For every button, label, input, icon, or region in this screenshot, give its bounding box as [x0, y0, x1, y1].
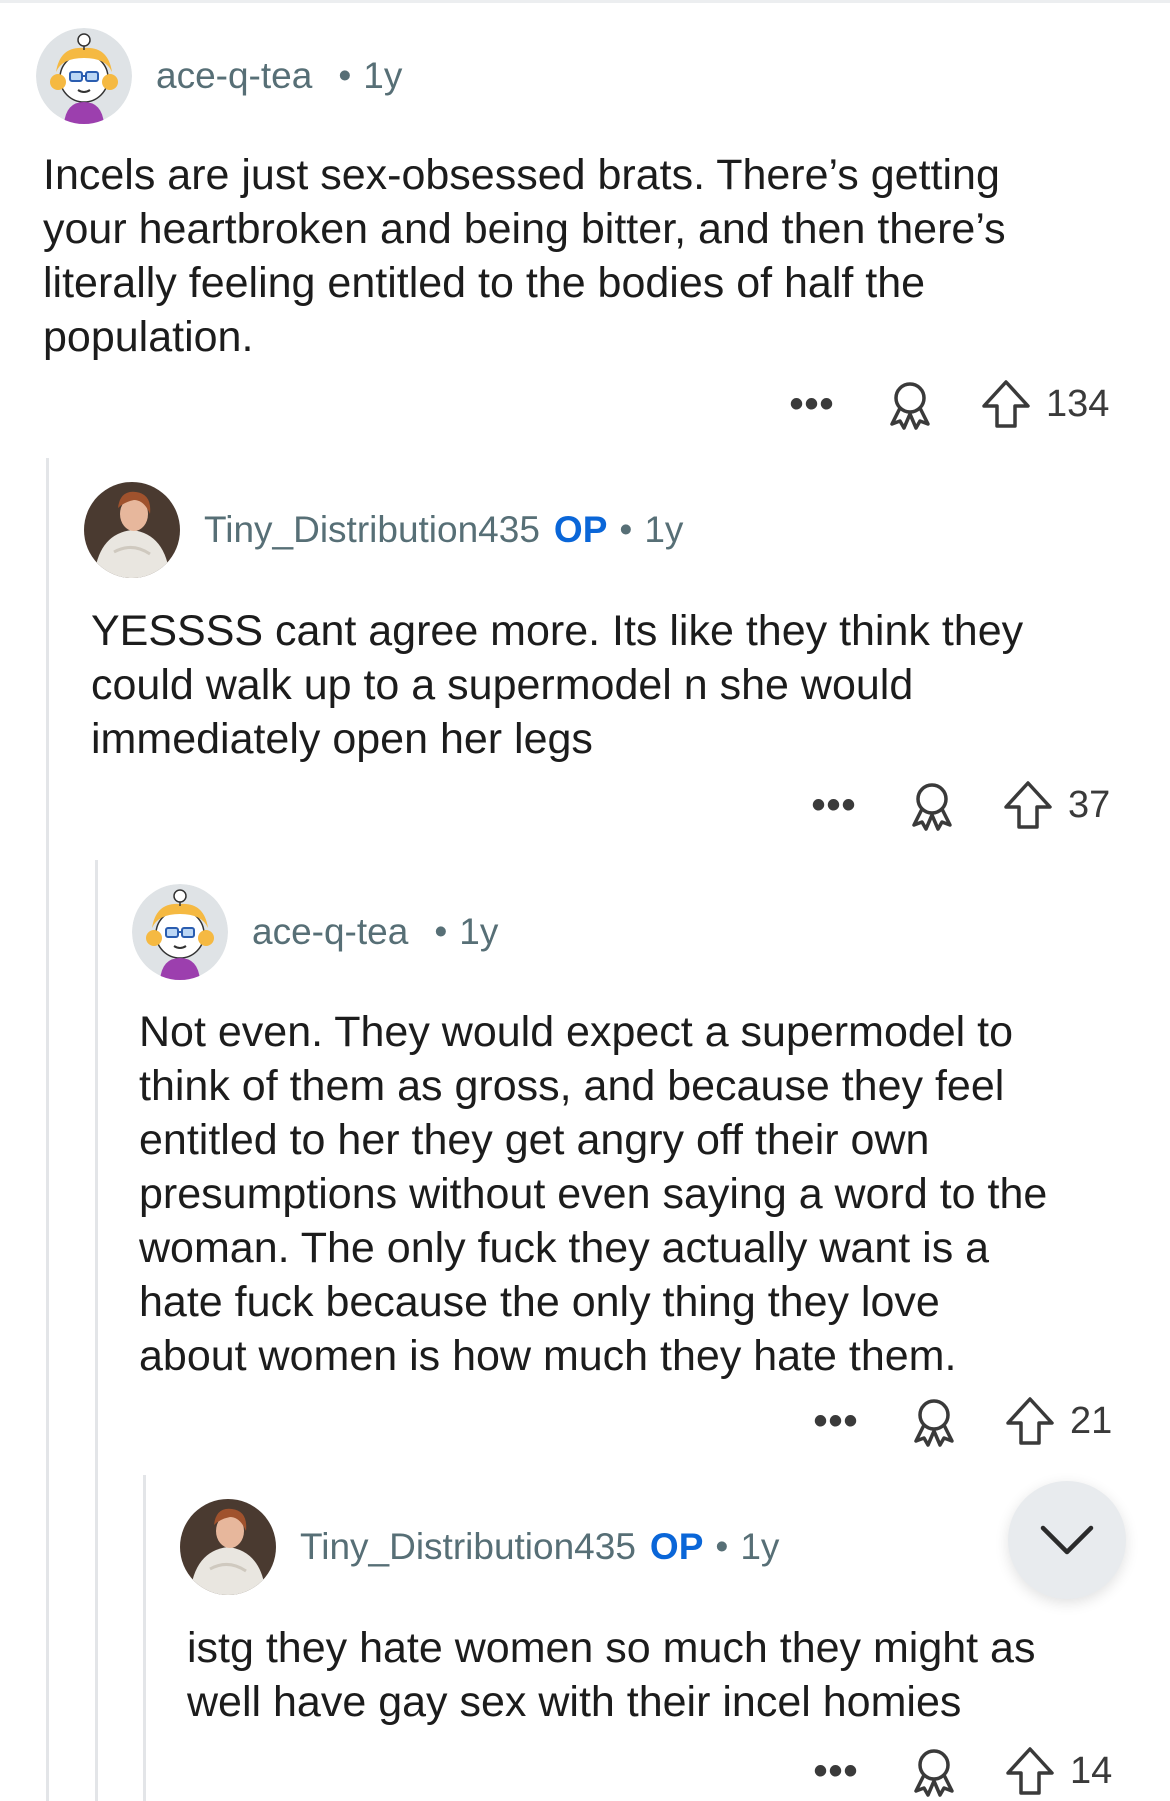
- more-options-icon[interactable]: •••: [782, 384, 842, 424]
- comment-meta: ace-q-tea • 1y: [156, 55, 402, 97]
- profile-photo-avatar-icon[interactable]: [84, 482, 180, 578]
- chevron-down-icon: [1040, 1525, 1094, 1555]
- award-icon[interactable]: [904, 777, 960, 833]
- separator-dot: •: [338, 55, 352, 96]
- more-options-icon[interactable]: •••: [804, 785, 864, 825]
- award-icon[interactable]: [906, 1743, 962, 1799]
- author-name[interactable]: ace-q-tea: [252, 911, 408, 953]
- author-name[interactable]: Tiny_Distribution435: [300, 1526, 636, 1568]
- comment-body: YESSSS cant agree more. Its like they th…: [91, 607, 1024, 763]
- more-options-icon[interactable]: •••: [806, 1751, 866, 1791]
- upvote-icon[interactable]: [1002, 1393, 1058, 1449]
- comment-body: Incels are just sex-obsessed brats. Ther…: [43, 151, 1006, 361]
- comment-header: ace-q-tea • 1y: [132, 884, 498, 980]
- comment-header: Tiny_Distribution435 OP • 1y: [180, 1499, 779, 1595]
- collapse-thread-button[interactable]: [1008, 1481, 1126, 1599]
- top-divider: [0, 0, 1170, 3]
- vote-score: 37: [1068, 783, 1111, 826]
- comment-header: Tiny_Distribution435 OP • 1y: [84, 482, 683, 578]
- upvote-icon[interactable]: [1000, 777, 1056, 833]
- vote-score: 14: [1070, 1749, 1113, 1792]
- award-icon[interactable]: [882, 376, 938, 432]
- comment-actions: ••• 21: [806, 1391, 1112, 1451]
- comment-body: Not even. They would expect a supermodel…: [139, 1008, 1048, 1380]
- comment-actions: ••• 134: [782, 374, 1109, 434]
- snoo-avatar-icon[interactable]: [132, 884, 228, 980]
- comment-meta: ace-q-tea • 1y: [252, 911, 498, 953]
- vote-score: 134: [1046, 382, 1110, 425]
- separator-dot: •: [715, 1526, 729, 1567]
- thread-line-level-2[interactable]: [95, 860, 98, 1801]
- upvote-icon[interactable]: [1002, 1743, 1058, 1799]
- comment-meta: Tiny_Distribution435 OP • 1y: [204, 509, 683, 551]
- thread-line-level-1[interactable]: [46, 458, 49, 1801]
- vote-score: 21: [1070, 1399, 1113, 1442]
- upvote-icon[interactable]: [978, 376, 1034, 432]
- author-name[interactable]: ace-q-tea: [156, 55, 312, 97]
- author-name[interactable]: Tiny_Distribution435: [204, 509, 540, 551]
- separator-dot: •: [434, 911, 448, 952]
- comment-actions: ••• 37: [804, 775, 1110, 835]
- snoo-avatar-icon[interactable]: [36, 28, 132, 124]
- separator-dot: •: [619, 509, 633, 550]
- comment-body: istg they hate women so much they might …: [187, 1624, 1036, 1726]
- thread-line-level-3[interactable]: [143, 1475, 146, 1801]
- comment-actions: ••• 14: [806, 1741, 1112, 1801]
- comment-age: 1y: [363, 55, 403, 96]
- comment-age: 1y: [459, 911, 499, 952]
- comment-meta: Tiny_Distribution435 OP • 1y: [300, 1526, 779, 1568]
- comment-header: ace-q-tea • 1y: [36, 28, 402, 124]
- comment-age: 1y: [740, 1526, 780, 1567]
- award-icon[interactable]: [906, 1393, 962, 1449]
- profile-photo-avatar-icon[interactable]: [180, 1499, 276, 1595]
- comment-age: 1y: [644, 509, 684, 550]
- more-options-icon[interactable]: •••: [806, 1401, 866, 1441]
- op-badge: OP: [649, 1526, 704, 1567]
- op-badge: OP: [553, 509, 608, 550]
